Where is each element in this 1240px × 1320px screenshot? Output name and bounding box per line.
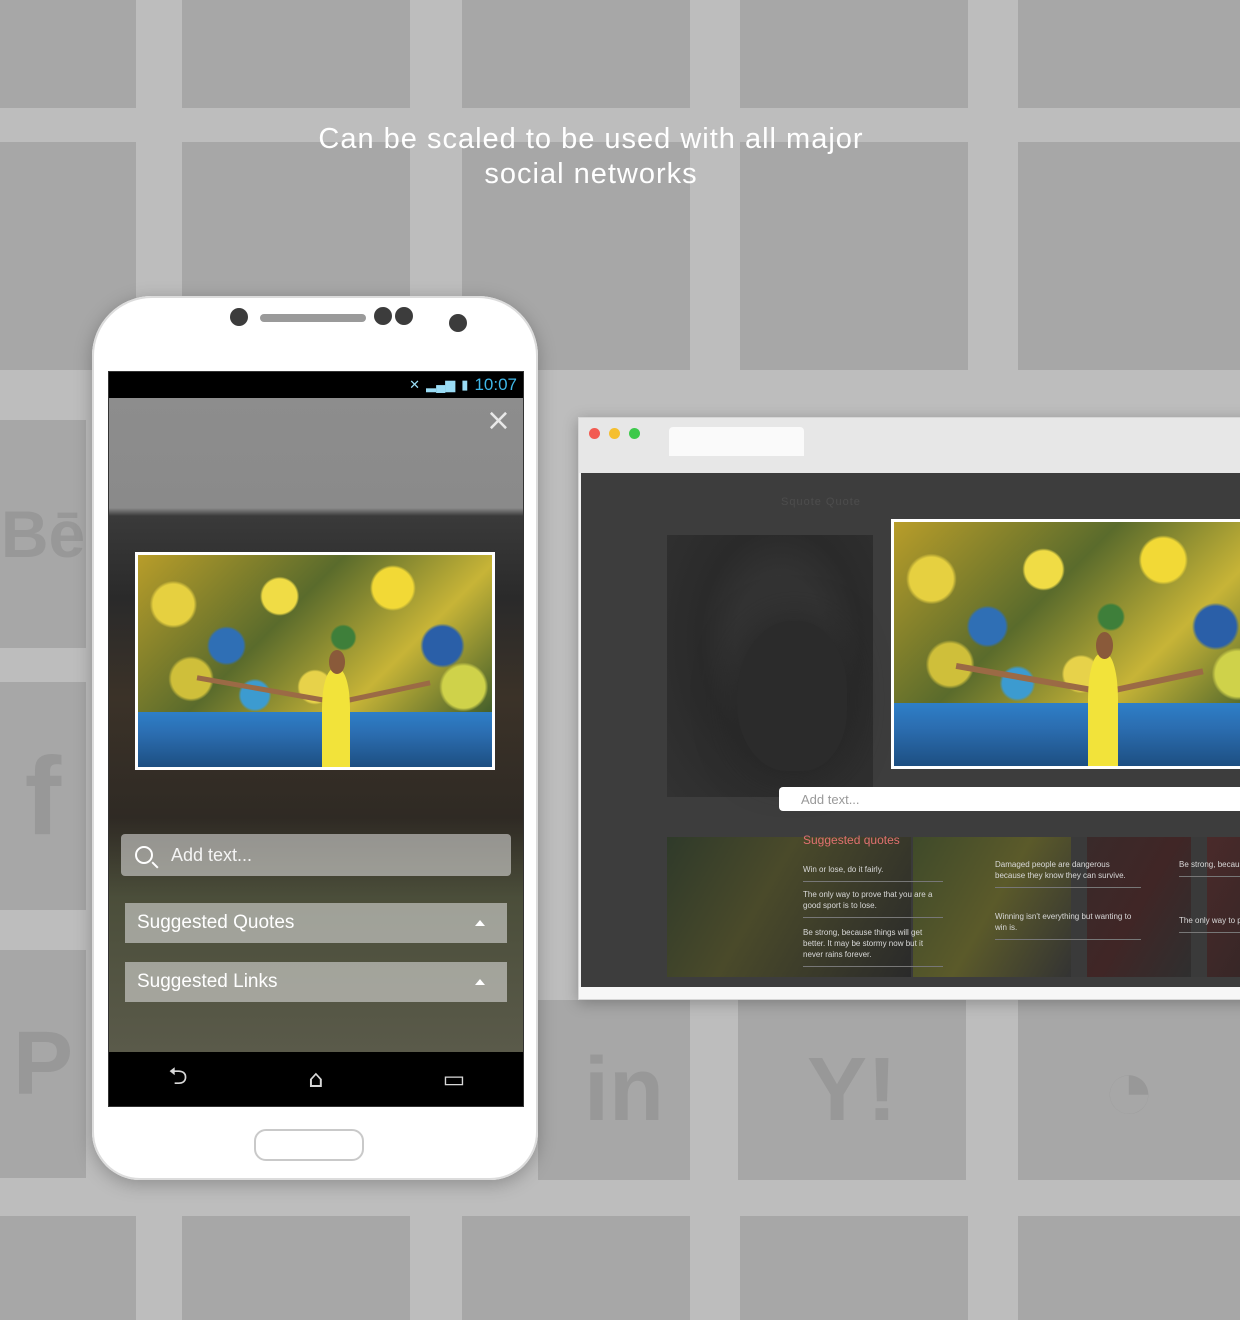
- player-figure: [322, 669, 351, 767]
- maximize-window-button[interactable]: [629, 428, 640, 439]
- bg-behance-icon: Bē: [0, 497, 86, 571]
- quote-item[interactable]: Win or lose, do it fairly.: [803, 864, 943, 882]
- portrait-image: [667, 535, 873, 797]
- recents-icon[interactable]: ▭: [424, 1065, 484, 1093]
- bg-rss-icon: ◔: [1101, 1039, 1157, 1140]
- home-icon[interactable]: ⌂: [286, 1065, 346, 1093]
- bg-tile: [182, 1216, 410, 1320]
- minimize-window-button[interactable]: [609, 428, 620, 439]
- chevron-up-icon: [475, 979, 485, 985]
- back-icon[interactable]: ⮌: [148, 1059, 208, 1100]
- close-window-button[interactable]: [589, 428, 600, 439]
- app-content: × Suggested Quotes Su: [109, 398, 523, 1052]
- android-nav-bar: ⮌ ⌂ ▭: [109, 1052, 523, 1106]
- photo-image: [138, 555, 492, 767]
- speaker-grille: [260, 314, 366, 322]
- quote-item[interactable]: Damaged people are dangerous because the…: [995, 859, 1141, 888]
- bg-tile: [0, 1216, 136, 1320]
- bg-tile: [740, 0, 968, 108]
- quote-item[interactable]: The only way to prove that you are a goo…: [803, 889, 943, 918]
- camera-icon: [230, 308, 248, 326]
- hardware-home-button[interactable]: [254, 1129, 364, 1161]
- browser-tab[interactable]: [669, 427, 804, 456]
- player-figure: [1088, 653, 1119, 766]
- headline: Can be scaled to be used with all major …: [0, 122, 1182, 192]
- suggested-links-toggle[interactable]: Suggested Links: [125, 962, 507, 1002]
- add-text-bar[interactable]: [121, 834, 511, 876]
- add-text-input[interactable]: [169, 843, 473, 867]
- sensor-icon: [374, 307, 392, 325]
- mute-icon: ✕: [409, 377, 421, 392]
- browser-window: Squote Quote Suggested quotes Win or los…: [578, 417, 1240, 1000]
- player-head: [329, 650, 346, 674]
- signal-icon: ▂▄▆: [426, 377, 456, 392]
- bg-tile: [1018, 1216, 1240, 1320]
- bg-tile: [740, 1216, 968, 1320]
- suggestion-image: [1087, 837, 1191, 977]
- suggested-quotes-heading: Suggested quotes: [803, 833, 900, 847]
- suggestion-image: [1207, 837, 1240, 977]
- headline-line-1: Can be scaled to be used with all major: [318, 123, 864, 155]
- phone-screen: ✕ ▂▄▆ ▮ 10:07 × S: [108, 371, 524, 1107]
- bg-tile: [462, 0, 690, 108]
- preview-photo: [135, 552, 495, 770]
- bg-tile: [182, 0, 410, 108]
- bg-tile: Bē: [0, 420, 86, 648]
- bg-tile: [462, 1216, 690, 1320]
- browser-page: Squote Quote Suggested quotes Win or los…: [581, 473, 1240, 987]
- quote-item[interactable]: Winning isn't everything but wanting to …: [995, 911, 1141, 940]
- sensor-icon: [395, 307, 413, 325]
- bg-tile: f: [0, 682, 86, 910]
- player-head: [1095, 631, 1113, 659]
- suggested-quotes-toggle[interactable]: Suggested Quotes: [125, 903, 507, 943]
- pitch-area: [138, 711, 492, 767]
- bg-tile: ◔: [1018, 1000, 1240, 1180]
- search-icon: [135, 846, 153, 864]
- bg-tile: P: [0, 950, 86, 1178]
- bg-linkedin-icon: in: [584, 1039, 664, 1140]
- page-brand: Squote Quote: [781, 496, 861, 508]
- quote-item[interactable]: Be strong, because things will get bette…: [803, 927, 943, 967]
- suggested-links-label: Suggested Links: [137, 971, 278, 992]
- status-time: 10:07: [474, 375, 517, 394]
- bg-p-icon: P: [12, 1013, 74, 1114]
- front-camera-icon: [449, 314, 467, 332]
- photo-image: [894, 522, 1240, 766]
- browser-chrome: [579, 418, 1240, 473]
- add-text-input[interactable]: [779, 787, 1240, 811]
- quote-item[interactable]: The only way to prove that you are a goo…: [1179, 915, 1240, 933]
- browser-bottom-bar: [579, 987, 1240, 999]
- battery-icon: ▮: [461, 377, 469, 392]
- chevron-up-icon: [475, 920, 485, 926]
- bg-tile: in: [538, 1000, 690, 1180]
- bg-tile: Y!: [738, 1000, 966, 1180]
- quote-item[interactable]: Be strong, because things will get bette…: [1179, 859, 1240, 877]
- portrait-face: [737, 621, 847, 771]
- bg-facebook-icon: f: [24, 734, 62, 858]
- pitch-area: [894, 702, 1240, 766]
- phone-mockup: ✕ ▂▄▆ ▮ 10:07 × S: [92, 296, 538, 1180]
- browser-preview-photo: [891, 519, 1240, 769]
- headline-line-2: social networks: [484, 158, 698, 190]
- bg-tile: [0, 0, 136, 108]
- bg-tile: [1018, 0, 1240, 108]
- status-bar: ✕ ▂▄▆ ▮ 10:07: [109, 372, 523, 398]
- suggested-quotes-label: Suggested Quotes: [137, 912, 295, 933]
- bg-yahoo-icon: Y!: [807, 1039, 897, 1140]
- close-icon[interactable]: ×: [486, 406, 511, 436]
- suggestions-strip: [667, 837, 1240, 977]
